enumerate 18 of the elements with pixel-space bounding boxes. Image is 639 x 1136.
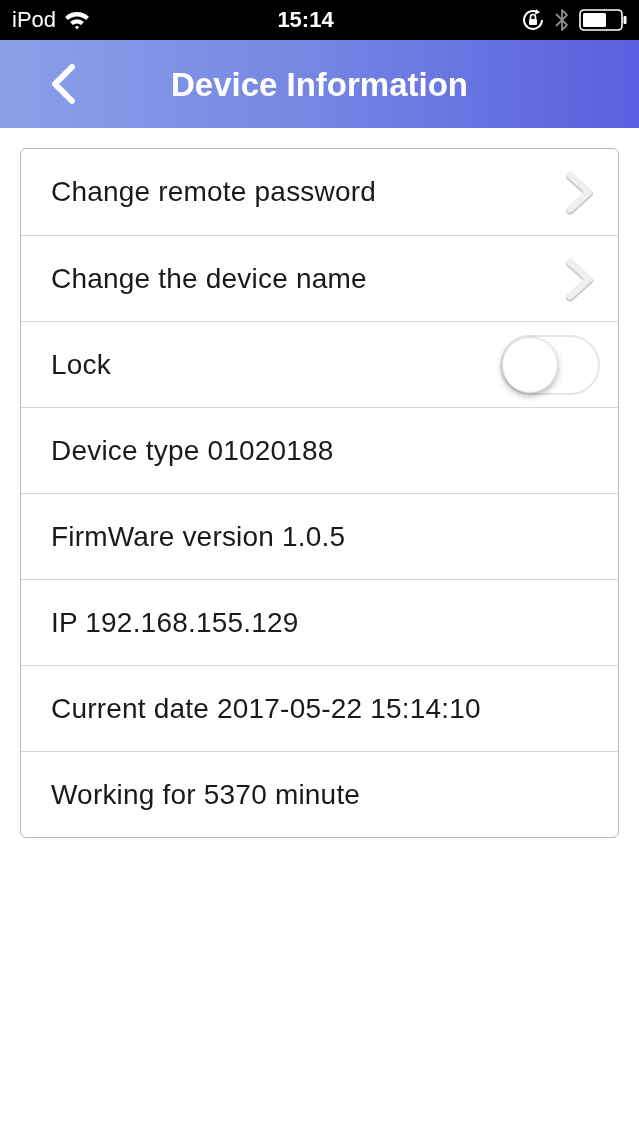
chevron-right-icon (564, 255, 594, 302)
battery-icon (579, 9, 627, 31)
info-text: Current date 2017-05-22 15:14:10 (51, 691, 481, 726)
clock-time: 15:14 (277, 9, 334, 31)
page-title: Device Information (170, 67, 469, 101)
bluetooth-icon (555, 7, 569, 33)
rotation-lock-icon (521, 8, 545, 32)
carrier-label: iPod (12, 9, 57, 31)
wifi-icon (64, 10, 91, 30)
settings-row[interactable]: Change remote password (21, 149, 618, 235)
toggle-switch[interactable] (500, 334, 600, 395)
info-text: FirmWare version 1.0.5 (51, 519, 346, 554)
info-text: IP 192.168.155.129 (51, 605, 299, 640)
info-text: Device type 01020188 (51, 433, 334, 468)
row-label: Lock (51, 347, 111, 382)
chevron-right-icon (564, 169, 594, 215)
settings-row[interactable]: Change the device name (21, 235, 618, 321)
info-text: Working for 5370 minute (51, 777, 361, 812)
